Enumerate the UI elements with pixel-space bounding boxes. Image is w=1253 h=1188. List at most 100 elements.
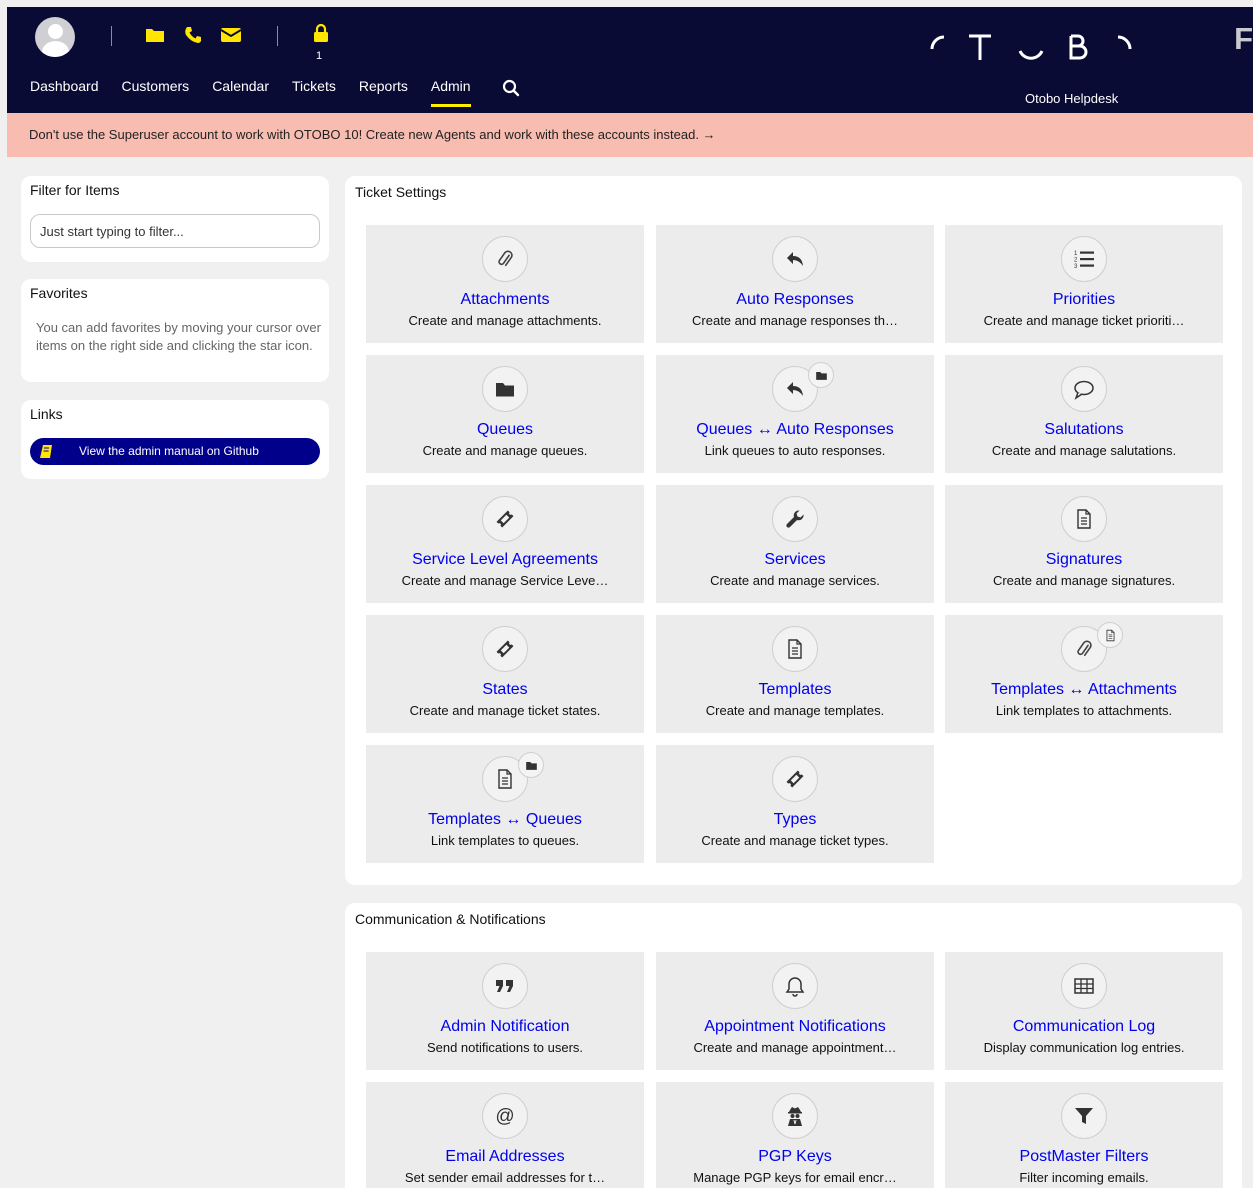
ticket-setting-tile[interactable]: Queues ↔ Auto Responses Link queues to au… (656, 355, 934, 473)
communication-panel: Communication & Notifications Admin Noti… (345, 903, 1242, 1188)
tile-badge (518, 752, 544, 778)
tile-title[interactable]: Templates ↔ Attachments (945, 681, 1223, 699)
tile-description: Set sender email addresses for t… (404, 1170, 606, 1185)
nav-tickets[interactable]: Tickets (292, 77, 336, 107)
ticket-setting-tile[interactable]: 1 2 3 Priorities Create and manage ticket pr… (945, 225, 1223, 343)
tile-description: Create and manage ticket prioriti… (983, 313, 1185, 328)
ticket-setting-tile[interactable]: Attachments Create and manage attachments… (366, 225, 644, 343)
nav-dashboard[interactable]: Dashboard (30, 77, 99, 107)
otobo-logo[interactable] (924, 27, 1139, 67)
communication-tile[interactable]: Admin Notification Send notifications to … (366, 952, 644, 1070)
ticket-setting-tile[interactable]: Service Level Agreements Create and manag… (366, 485, 644, 603)
tile-title[interactable]: Services (656, 551, 934, 569)
corner-letter: F (1234, 21, 1253, 56)
tile-description: Create and manage appointment… (693, 1040, 897, 1055)
speech-bubble-icon (1074, 380, 1094, 400)
communication-tile[interactable]: Appointment Notifications Create and mana… (656, 952, 934, 1070)
locked-tickets-count[interactable]: 1 (316, 50, 322, 62)
quote-icon (496, 980, 513, 992)
tile-description: Create and manage templates. (705, 703, 885, 718)
main-navigation: Dashboard Customers Calendar Tickets Rep… (30, 77, 494, 107)
tile-title[interactable]: Queues (366, 421, 644, 439)
nav-customers[interactable]: Customers (122, 77, 190, 107)
tile-title[interactable]: Queues ↔ Auto Responses (656, 421, 934, 439)
superuser-warning-banner[interactable]: Don't use the Superuser account to work … (7, 113, 1253, 157)
document-icon (1077, 509, 1091, 529)
at-icon: @ (495, 1106, 514, 1127)
tile-title[interactable]: Appointment Notifications (656, 1018, 934, 1036)
ticket-setting-tile[interactable]: Services Create and manage services. (656, 485, 934, 603)
ticket-setting-tile[interactable]: Templates ↔ Queues Link templates to queu… (366, 745, 644, 863)
tile-title[interactable]: States (366, 681, 644, 699)
tile-description: Create and manage Service Leve… (401, 573, 609, 588)
filter-icon (1075, 1108, 1093, 1124)
ticket-setting-tile[interactable]: Templates ↔ Attachments Link templates to… (945, 615, 1223, 733)
communication-tile[interactable]: PGP Keys Manage PGP keys for email encr… (656, 1082, 934, 1188)
ticket-setting-tile[interactable]: Salutations Create and manage salutations… (945, 355, 1223, 473)
ticket-setting-tile[interactable]: Types Create and manage ticket types. (656, 745, 934, 863)
lock-icon[interactable] (311, 23, 331, 43)
ticket-setting-tile[interactable]: Auto Responses Create and manage response… (656, 225, 934, 343)
tile-title[interactable]: Templates (656, 681, 934, 699)
communication-tile[interactable]: PostMaster Filters Filter incoming emails… (945, 1082, 1223, 1188)
ticket-settings-title: Ticket Settings (355, 184, 447, 200)
links-widget: Links View the admin manual on Github (21, 400, 329, 479)
otobo-admin-window: 1 Dashboard Customers Calendar Tickets R… (7, 7, 1253, 1188)
ticket-setting-tile[interactable]: Signatures Create and manage signatures. (945, 485, 1223, 603)
tile-title[interactable]: Communication Log (945, 1018, 1223, 1036)
ticket-icon (496, 510, 514, 528)
avatar[interactable] (35, 17, 75, 57)
ticket-setting-tile[interactable]: Queues Create and manage queues. (366, 355, 644, 473)
tile-description: Create and manage salutations. (991, 443, 1177, 458)
envelope-icon[interactable] (221, 25, 241, 45)
tile-description: Create and manage ticket states. (409, 703, 601, 718)
ticket-setting-tile[interactable]: States Create and manage ticket states. (366, 615, 644, 733)
nav-calendar[interactable]: Calendar (212, 77, 269, 107)
tile-title[interactable]: PostMaster Filters (945, 1148, 1223, 1166)
favorites-hint: You can add favorites by moving your cur… (36, 320, 321, 353)
tile-title[interactable]: Auto Responses (656, 291, 934, 309)
tile-title[interactable]: Salutations (945, 421, 1223, 439)
tile-icon-circle (772, 756, 818, 802)
paperclip-icon (498, 250, 513, 267)
phone-icon[interactable] (183, 25, 203, 45)
tile-title[interactable]: Priorities (945, 291, 1223, 309)
tile-icon-circle: @ (482, 1093, 528, 1139)
search-icon[interactable] (502, 79, 520, 97)
admin-manual-button[interactable]: View the admin manual on Github (30, 438, 320, 465)
filter-input[interactable] (30, 214, 320, 248)
ticket-icon (786, 770, 804, 788)
tile-description: Create and manage signatures. (992, 573, 1176, 588)
tile-title[interactable]: Templates ↔ Queues (366, 811, 644, 829)
nav-reports[interactable]: Reports (359, 77, 408, 107)
tile-icon-circle (482, 236, 528, 282)
reply-icon (787, 382, 803, 396)
folder-icon (526, 761, 537, 770)
favorites-title: Favorites (30, 285, 88, 301)
tile-title[interactable]: PGP Keys (656, 1148, 934, 1166)
tile-title[interactable]: Service Level Agreements (366, 551, 644, 569)
tile-title[interactable]: Types (656, 811, 934, 829)
ordered-list-icon: 123 (1074, 251, 1094, 270)
top-header: 1 Dashboard Customers Calendar Tickets R… (7, 7, 1253, 113)
svg-text:@: @ (495, 1106, 514, 1127)
tile-title[interactable]: Signatures (945, 551, 1223, 569)
communication-tile[interactable]: Communication Log Display communication l… (945, 952, 1223, 1070)
folder-icon[interactable] (145, 25, 165, 45)
links-title: Links (30, 406, 63, 422)
tile-title[interactable]: Attachments (366, 291, 644, 309)
tile-description: Create and manage responses th… (692, 313, 898, 328)
tile-icon-circle (482, 626, 528, 672)
tile-icon-circle (482, 963, 528, 1009)
svg-text:3: 3 (1074, 264, 1078, 270)
communication-tile[interactable]: @ Email Addresses Set sender email address… (366, 1082, 644, 1188)
tile-description: Manage PGP keys for email encr… (693, 1170, 897, 1185)
document-icon (498, 769, 512, 789)
wrench-icon (786, 510, 804, 528)
nav-admin[interactable]: Admin (430, 77, 471, 107)
tile-title[interactable]: Email Addresses (366, 1148, 644, 1166)
tile-icon-circle (482, 496, 528, 542)
ticket-setting-tile[interactable]: Templates Create and manage templates. (656, 615, 934, 733)
tile-icon-circle (772, 626, 818, 672)
tile-title[interactable]: Admin Notification (366, 1018, 644, 1036)
